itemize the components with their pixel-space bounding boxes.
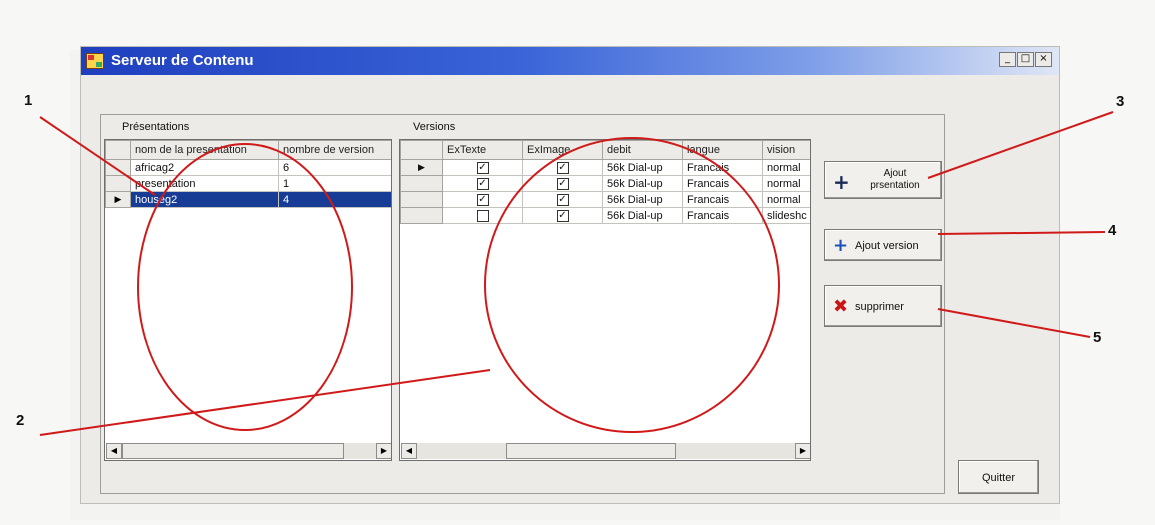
- annotation-line-1: [39, 116, 156, 196]
- callout-4: 4: [1108, 222, 1117, 239]
- callout-1: 1: [24, 92, 33, 109]
- annotation-line-4: [937, 231, 1106, 235]
- annotation-ellipse-versions: [484, 137, 780, 433]
- callout-2: 2: [16, 412, 25, 429]
- annotation-ellipse-presentations: [137, 143, 353, 431]
- annotation-line-2: [39, 369, 491, 436]
- annotation-overlay: [39, 111, 1114, 436]
- callout-3: 3: [1116, 93, 1125, 110]
- annotation-line-3: [927, 111, 1114, 179]
- callout-5: 5: [1093, 329, 1102, 346]
- annotation-line-5: [937, 308, 1091, 338]
